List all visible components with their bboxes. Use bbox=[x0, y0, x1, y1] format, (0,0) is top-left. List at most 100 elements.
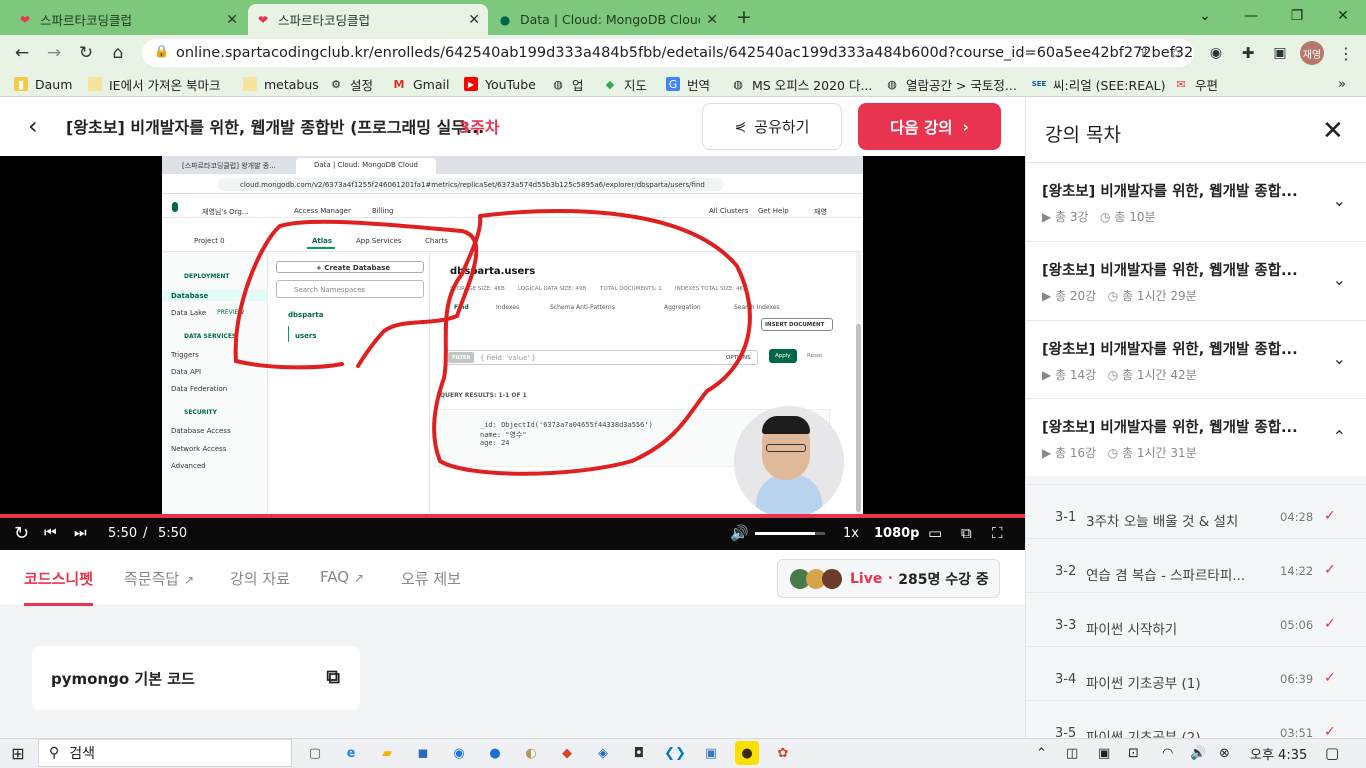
fullscreen-icon[interactable]: ⛶ bbox=[992, 518, 1003, 548]
close-icon[interactable]: ✕ bbox=[468, 12, 480, 28]
reload-icon[interactable]: ↻ bbox=[70, 35, 102, 71]
profile-avatar[interactable]: 재영 bbox=[1300, 41, 1324, 65]
app-icon[interactable]: ◆ bbox=[555, 741, 579, 765]
address-bar[interactable]: 🔒 online.spartacodingclub.kr/enrolleds/6… bbox=[142, 39, 1194, 67]
store-icon[interactable]: ◼ bbox=[411, 741, 435, 765]
tab-materials[interactable]: 강의 자료 bbox=[230, 568, 290, 589]
task-view-icon[interactable]: ▢ bbox=[303, 741, 327, 765]
lecture-item[interactable]: 3-2 연습 겸 복습 - 스파르타피... 14:22 ✓ bbox=[1026, 538, 1366, 592]
close-window-icon[interactable]: ✕ bbox=[1320, 0, 1366, 32]
new-tab-button[interactable]: + bbox=[736, 6, 752, 28]
bookmark-star-icon[interactable]: ☆ bbox=[1160, 35, 1192, 71]
app-icon[interactable]: ✿ bbox=[771, 741, 795, 765]
chrome-icon[interactable]: ◉ bbox=[447, 741, 471, 765]
edge-icon[interactable]: e bbox=[339, 741, 363, 765]
lecture-item[interactable]: 3-1 3주차 오늘 배울 것 & 설치 04:28 ✓ bbox=[1026, 484, 1366, 538]
lecture-item[interactable]: 3-3 파이썬 시작하기 05:06 ✓ bbox=[1026, 592, 1366, 646]
menu-kebab-icon[interactable]: ⋮ bbox=[1330, 35, 1362, 71]
live-dot: • bbox=[887, 573, 894, 584]
replay-icon[interactable]: ↻ bbox=[14, 518, 29, 548]
curriculum-section-expanded[interactable]: [왕초보] 비개발자를 위한, 웹개발 종합... ▶ 총 16강 ◷ 총 1시… bbox=[1026, 398, 1366, 477]
bookmark-daum[interactable]: ▮ Daum bbox=[14, 73, 72, 95]
bookmark-ms-office[interactable]: ◍ MS 오피스 2020 다... bbox=[731, 73, 872, 95]
bookmark-metabus[interactable]: metabus bbox=[243, 73, 319, 95]
previous-icon[interactable]: ⏮ bbox=[44, 518, 57, 548]
restore-icon[interactable]: ❐ bbox=[1274, 0, 1320, 32]
volume-slider[interactable] bbox=[755, 532, 825, 535]
curriculum-section[interactable]: [왕초보] 비개발자를 위한, 웹개발 종합... ▶ 총 20강 ◷ 총 1시… bbox=[1026, 241, 1366, 320]
bookmark-translate[interactable]: G 번역 bbox=[666, 73, 710, 95]
chevron-down-icon[interactable]: ⌄ bbox=[1333, 270, 1346, 289]
share-page-icon[interactable]: ⇪ bbox=[1128, 35, 1160, 71]
home-icon[interactable]: ⌂ bbox=[102, 35, 134, 71]
next-lecture-button[interactable]: 다음 강의 › bbox=[858, 103, 1001, 150]
bookmark-ie[interactable]: IE에서 가져온 북마크 bbox=[88, 73, 221, 95]
subtitles-icon[interactable]: ▭ bbox=[928, 518, 942, 548]
lecture-item[interactable]: 3-4 파이썬 기초공부 (1) 06:39 ✓ bbox=[1026, 646, 1366, 700]
speaker-icon[interactable]: 🔊 bbox=[1190, 741, 1206, 765]
file-explorer-icon[interactable]: ▰ bbox=[375, 741, 399, 765]
side-panel-icon[interactable]: ▣ bbox=[1264, 35, 1296, 71]
lecture-title: 파이썬 시작하기 bbox=[1086, 622, 1178, 638]
close-icon[interactable]: ✕ bbox=[1322, 116, 1344, 146]
bookmark-settings[interactable]: ⚙ 설정 bbox=[329, 73, 373, 95]
clock-icon: ◷ bbox=[1107, 289, 1119, 303]
chevron-up-icon[interactable]: ⌃ bbox=[1333, 427, 1346, 446]
back-arrow-icon[interactable]: ← bbox=[6, 35, 38, 71]
tab-faq[interactable]: FAQ ↗ bbox=[320, 568, 364, 586]
bookmark-reading-space[interactable]: ◍ 열람공간 > 국토정... bbox=[885, 73, 1017, 95]
app-icon[interactable]: ◘ bbox=[627, 741, 651, 765]
app-icon[interactable]: ◈ bbox=[591, 741, 615, 765]
lecture-item[interactable]: 3-5 파이썬 기초공부 (2) 03:51 ✓ bbox=[1026, 700, 1366, 738]
camera-icon[interactable]: ◉ bbox=[1200, 35, 1232, 71]
tab-qna[interactable]: 즉문즉답 ↗ bbox=[124, 568, 194, 589]
picture-in-picture-icon[interactable]: ⧉ bbox=[961, 518, 972, 548]
extensions-icon[interactable]: ✚ bbox=[1232, 35, 1264, 71]
tab-report-error[interactable]: 오류 제보 bbox=[401, 568, 461, 589]
app-icon[interactable]: ◐ bbox=[519, 741, 543, 765]
clock[interactable]: 오후 4:35 bbox=[1250, 741, 1307, 765]
browser-tab[interactable]: ❤ 스파르타코딩클럽 ✕ bbox=[10, 4, 246, 35]
tray-icon[interactable]: ◫ bbox=[1066, 741, 1078, 765]
copy-icon[interactable]: ⧉ bbox=[326, 666, 340, 688]
share-button[interactable]: ⋞ 공유하기 bbox=[702, 103, 842, 150]
app-icon[interactable]: ▣ bbox=[699, 741, 723, 765]
tray-icon[interactable]: ▣ bbox=[1098, 741, 1110, 765]
forward-arrow-icon[interactable]: → bbox=[38, 35, 70, 71]
close-icon[interactable]: ✕ bbox=[706, 12, 718, 28]
tab-code-snippet[interactable]: 코드스니펫 bbox=[24, 568, 93, 589]
app-icon[interactable]: ● bbox=[483, 741, 507, 765]
next-icon[interactable]: ⏭ bbox=[74, 518, 87, 548]
speed-button[interactable]: 1x bbox=[843, 518, 859, 548]
taskbar-search[interactable]: ⚲ 검색 bbox=[38, 739, 292, 767]
snippet-card[interactable]: pymongo 기본 코드 ⧉ bbox=[32, 646, 360, 710]
back-chevron-icon[interactable]: ‹ bbox=[28, 112, 38, 140]
notifications-icon[interactable]: ▢ bbox=[1325, 741, 1339, 765]
volume-icon[interactable]: 🔊 bbox=[730, 518, 749, 548]
curriculum-section[interactable]: [왕초보] 비개발자를 위한, 웹개발 종합... ▶ 총 14강 ◷ 총 1시… bbox=[1026, 320, 1366, 399]
browser-tab[interactable]: ● Data | Cloud: MongoDB Cloud ✕ bbox=[490, 4, 726, 35]
bookmark-maps[interactable]: ◆ 지도 bbox=[603, 73, 647, 95]
browser-tab-active[interactable]: ❤ 스파르타코딩클럽 ✕ bbox=[248, 4, 488, 35]
bookmark-youtube[interactable]: ▶ YouTube bbox=[464, 73, 536, 95]
windows-start-icon[interactable]: ⊞ bbox=[6, 741, 30, 765]
bookmark-post[interactable]: ✉ 우편 bbox=[1174, 73, 1218, 95]
bookmarks-overflow-icon[interactable]: » bbox=[1338, 73, 1346, 95]
quality-button[interactable]: 1080p bbox=[874, 518, 920, 548]
tab-search-icon[interactable]: ⌄ bbox=[1182, 0, 1228, 32]
minimize-icon[interactable]: — bbox=[1228, 0, 1274, 32]
kakaotalk-icon[interactable]: ● bbox=[735, 741, 759, 765]
tray-icon[interactable]: ⊡ bbox=[1128, 741, 1139, 765]
vscode-icon[interactable]: ❮❯ bbox=[663, 741, 687, 765]
wifi-icon[interactable]: ◠ bbox=[1162, 741, 1173, 765]
check-icon: ✓ bbox=[1324, 616, 1336, 632]
show-hidden-icons[interactable]: ⌃ bbox=[1036, 741, 1047, 765]
close-icon[interactable]: ✕ bbox=[226, 12, 238, 28]
bookmark-gmail[interactable]: M Gmail bbox=[392, 73, 450, 95]
bookmark-seereal[interactable]: SEE 씨:리얼 (SEE:REAL) bbox=[1032, 73, 1166, 95]
chevron-down-icon[interactable]: ⌄ bbox=[1333, 191, 1346, 210]
bookmark-up[interactable]: ◍ 업 bbox=[551, 73, 583, 95]
tray-icon[interactable]: ⊗ bbox=[1219, 741, 1230, 765]
curriculum-section[interactable]: [왕초보] 비개발자를 위한, 웹개발 종합... ▶ 총 3강 ◷ 총 10분… bbox=[1026, 162, 1366, 241]
chevron-down-icon[interactable]: ⌄ bbox=[1333, 349, 1346, 368]
